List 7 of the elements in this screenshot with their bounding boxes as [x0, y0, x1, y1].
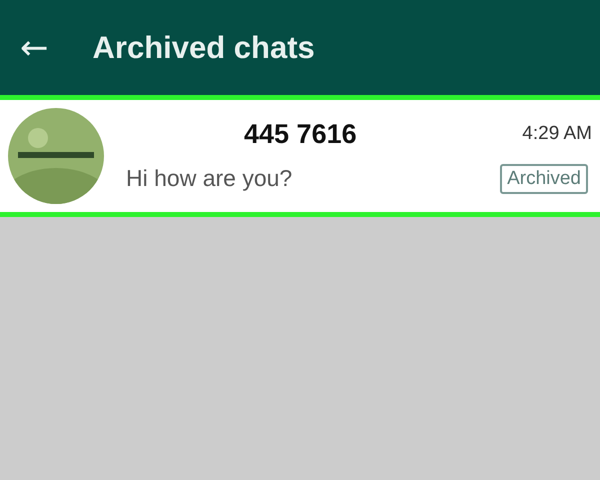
contact-name: 445 7616 — [244, 118, 357, 150]
screen-title: Archived chats — [92, 30, 315, 66]
archived-label: Archived — [500, 164, 588, 194]
message-preview: Hi how are you? — [126, 165, 292, 192]
chat-row[interactable]: 445 7616 4:29 AM Hi how are you? Archived — [0, 95, 600, 217]
back-button[interactable]: ← — [16, 28, 52, 68]
message-time: 4:29 AM — [522, 123, 592, 145]
